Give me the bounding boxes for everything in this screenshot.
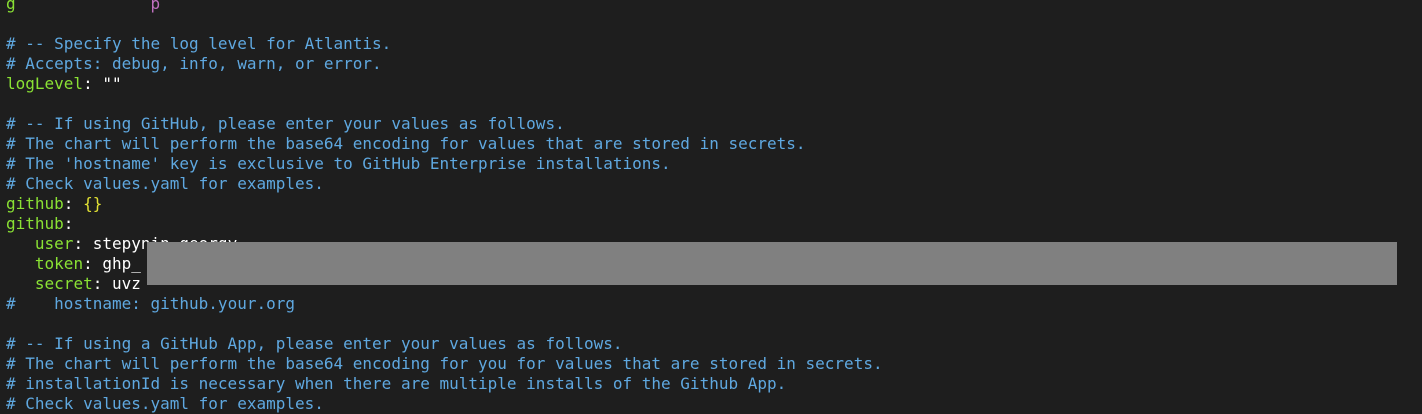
comment-line: # -- If using GitHub, please enter your … — [6, 114, 565, 133]
github-key: github — [6, 194, 64, 213]
hostname-hash: # — [6, 294, 16, 313]
line-blank — [6, 14, 1422, 34]
line-blank — [6, 314, 1422, 334]
redaction-block — [147, 242, 1397, 285]
comment-line: # Check values.yaml for examples. — [6, 174, 324, 193]
yaml-editor[interactable]: g p # -- Specify the log level for Atlan… — [6, 0, 1422, 414]
comment-line: # The chart will perform the base64 enco… — [6, 354, 883, 373]
github-empty-line: github: {} — [6, 194, 103, 213]
secret-key: secret — [34, 274, 93, 293]
token-key: token — [34, 254, 84, 273]
hostname-key: hostname — [54, 294, 132, 313]
comment-line: # Accepts: debug, info, warn, or error. — [6, 54, 382, 73]
secret-value: uvz — [111, 274, 141, 293]
comment-line: # -- Specify the log level for Atlantis. — [6, 34, 392, 53]
comment-line: # installationId is necessary when there… — [6, 374, 787, 393]
github-key: github — [6, 214, 64, 233]
comment-line: # Check values.yaml for examples. — [6, 394, 324, 413]
comment-line: # The 'hostname' key is exclusive to Git… — [6, 154, 671, 173]
partial-value: p — [150, 0, 161, 13]
comment-line: # The chart will perform the base64 enco… — [6, 134, 806, 153]
user-key: user — [34, 234, 74, 253]
hostname-comment-line: # hostname: github.your.org — [6, 294, 296, 313]
comment-line: # -- If using a GitHub App, please enter… — [6, 334, 623, 353]
loglevel-key: logLevel — [6, 74, 84, 93]
partial-key: g — [6, 0, 16, 13]
loglevel-value: "" — [102, 74, 122, 93]
github-map-line: github: — [6, 214, 74, 233]
github-empty-value: {} — [83, 194, 103, 213]
token-value: ghp_ — [102, 254, 141, 273]
line-partial-top: g p — [6, 0, 1422, 14]
line-blank — [6, 94, 1422, 114]
hostname-value: github.your.org — [150, 294, 296, 313]
loglevel-line: logLevel: "" — [6, 74, 122, 93]
